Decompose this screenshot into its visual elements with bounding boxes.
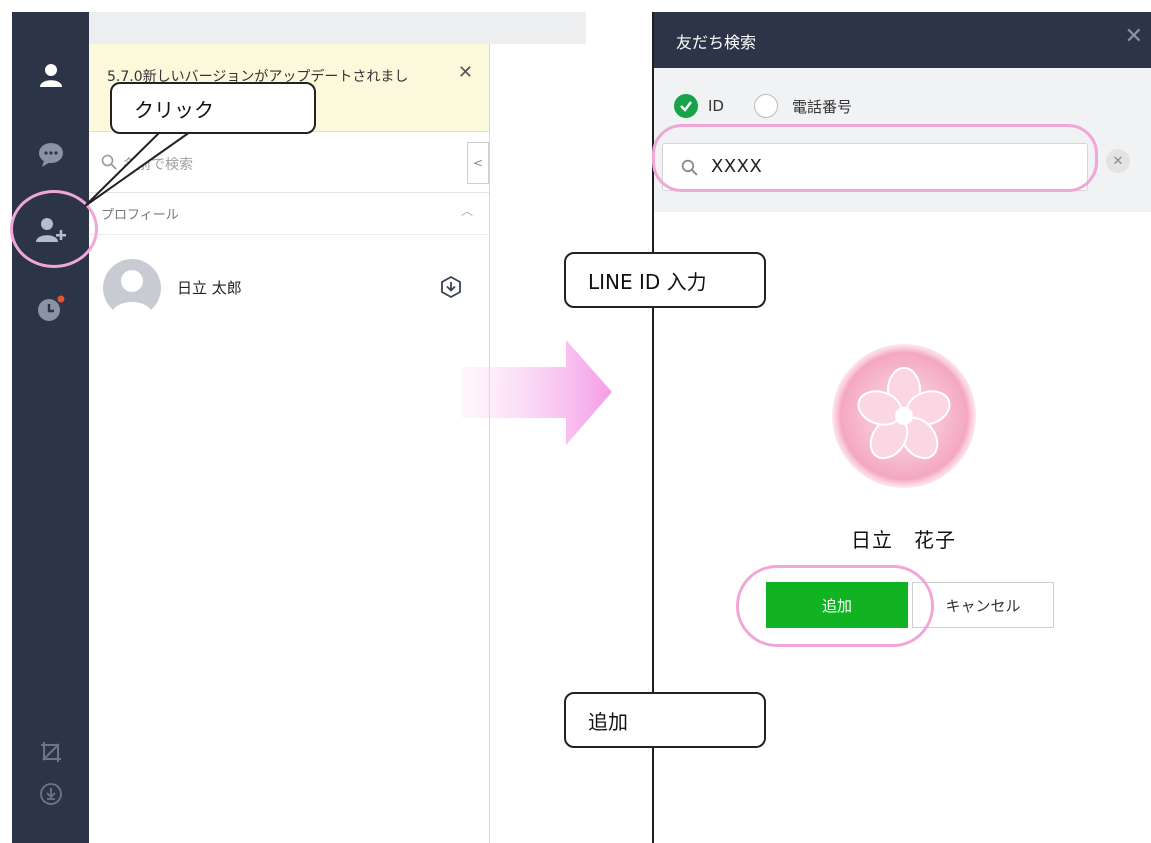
search-type-selector: ID 電話番号 xyxy=(674,92,852,120)
clear-input-button[interactable]: ✕ xyxy=(1106,149,1130,173)
add-callout: 追加 xyxy=(564,692,766,748)
radio-phone-label[interactable]: 電話番号 xyxy=(792,96,852,117)
dialog-header: 友だち検索 ✕ xyxy=(654,12,1151,68)
click-callout: クリック xyxy=(110,82,316,134)
radio-id-label[interactable]: ID xyxy=(708,97,724,115)
radio-id[interactable] xyxy=(674,94,698,118)
result-name: 日立 花子 xyxy=(851,528,956,552)
dialog-title: 友だち検索 xyxy=(676,33,757,52)
arrow-right-icon xyxy=(462,340,612,445)
line-id-callout: LINE ID 入力 xyxy=(564,252,766,308)
highlight-ring xyxy=(652,124,1098,192)
friend-avatar xyxy=(832,344,976,488)
highlight-ring xyxy=(736,565,934,647)
check-icon xyxy=(680,101,692,112)
close-icon[interactable]: ✕ xyxy=(1125,24,1143,49)
radio-phone[interactable] xyxy=(753,94,778,118)
